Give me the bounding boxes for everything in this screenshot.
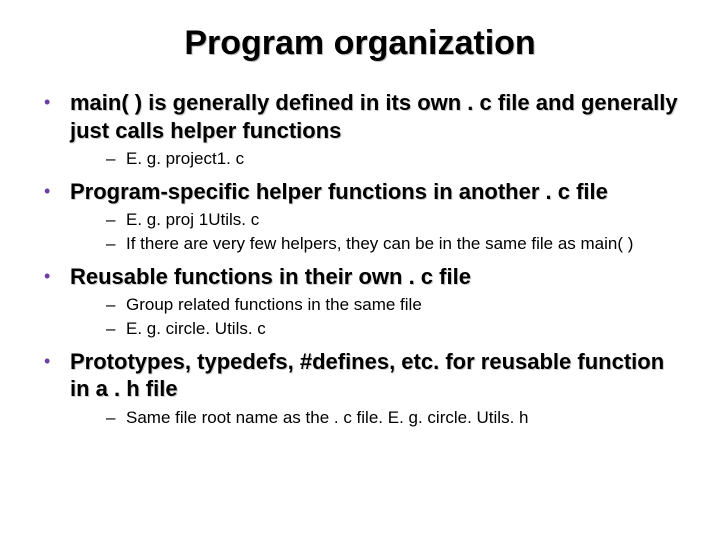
bullet-text: Prototypes, typedefs, #defines, etc. for… — [70, 348, 682, 403]
sub-list: –Same file root name as the . c file. E.… — [70, 407, 682, 429]
bullet-text: main( ) is generally defined in its own … — [70, 89, 682, 144]
bullet-item: • Program-specific helper functions in a… — [38, 178, 682, 255]
bullet-item: • Reusable functions in their own . c fi… — [38, 263, 682, 340]
sub-item: –If there are very few helpers, they can… — [106, 233, 682, 255]
dash-icon: – — [106, 407, 115, 429]
dash-icon: – — [106, 233, 115, 255]
dash-icon: – — [106, 294, 115, 316]
sub-text: Same file root name as the . c file. E. … — [126, 408, 529, 427]
sub-item: –E. g. circle. Utils. c — [106, 318, 682, 340]
bullet-list: • main( ) is generally defined in its ow… — [38, 89, 682, 429]
bullet-text: Program-specific helper functions in ano… — [70, 178, 682, 206]
dash-icon: – — [106, 209, 115, 231]
sub-text: E. g. project1. c — [126, 149, 244, 168]
bullet-icon: • — [44, 93, 50, 111]
sub-text: Group related functions in the same file — [126, 295, 422, 314]
sub-list: –E. g. proj 1Utils. c –If there are very… — [70, 209, 682, 255]
slide: Program organization • main( ) is genera… — [0, 0, 720, 540]
sub-item: –E. g. proj 1Utils. c — [106, 209, 682, 231]
bullet-item: • Prototypes, typedefs, #defines, etc. f… — [38, 348, 682, 429]
sub-text: E. g. circle. Utils. c — [126, 319, 266, 338]
sub-item: –Same file root name as the . c file. E.… — [106, 407, 682, 429]
bullet-icon: • — [44, 352, 50, 370]
bullet-icon: • — [44, 267, 50, 285]
slide-title: Program organization — [38, 24, 682, 63]
sub-text: If there are very few helpers, they can … — [126, 234, 633, 253]
bullet-item: • main( ) is generally defined in its ow… — [38, 89, 682, 170]
dash-icon: – — [106, 148, 115, 170]
sub-text: E. g. proj 1Utils. c — [126, 210, 259, 229]
sub-list: –E. g. project1. c — [70, 148, 682, 170]
bullet-icon: • — [44, 182, 50, 200]
sub-item: –Group related functions in the same fil… — [106, 294, 682, 316]
bullet-text: Reusable functions in their own . c file — [70, 263, 682, 291]
sub-list: –Group related functions in the same fil… — [70, 294, 682, 340]
sub-item: –E. g. project1. c — [106, 148, 682, 170]
dash-icon: – — [106, 318, 115, 340]
